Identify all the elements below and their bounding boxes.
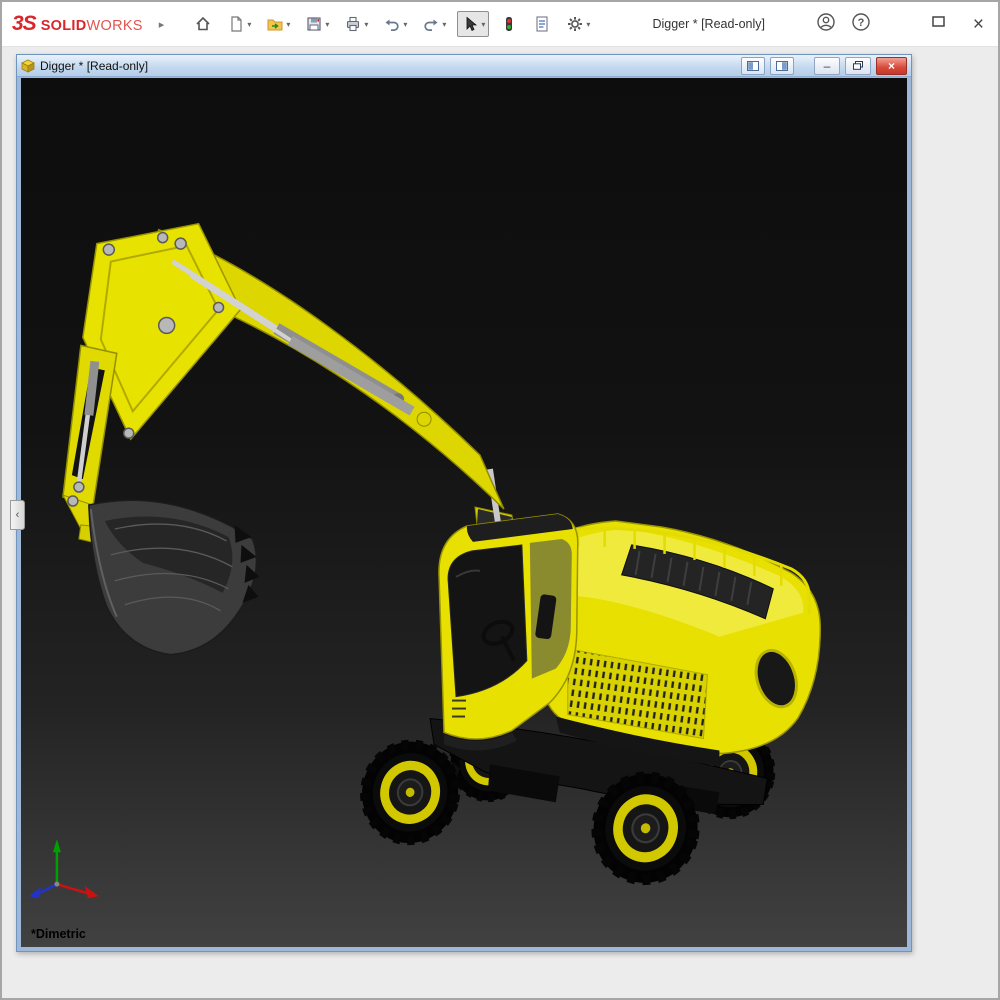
help-button[interactable]: ? [851, 12, 871, 37]
toolbar-expander-icon[interactable]: ▸ [159, 18, 165, 31]
chevron-down-icon[interactable]: ▾ [586, 20, 590, 29]
digger-body[interactable] [538, 521, 821, 766]
chevron-down-icon[interactable]: ▾ [481, 20, 485, 29]
chevron-down-icon[interactable]: ▾ [442, 20, 446, 29]
pane-right-icon [776, 61, 788, 71]
gear-icon [566, 15, 584, 33]
restore-icon [853, 61, 863, 70]
document-title: Digger * [Read-only] [40, 59, 148, 73]
feature-pane-toggle-button[interactable] [741, 57, 765, 75]
solidworks-window: 3S SOLIDWORKS ▸ ▾ ▾ ▾ ▾ [0, 0, 1000, 1000]
print-icon [344, 15, 362, 33]
new-document-button[interactable]: ▾ [223, 11, 255, 37]
brand-solid: SOLID [41, 18, 87, 34]
triad-x-arrow [85, 886, 99, 898]
document-titlebar[interactable]: Digger * [Read-only] – × [17, 55, 911, 77]
redo-icon [422, 15, 440, 33]
quick-access-toolbar: ▾ ▾ ▾ ▾ ▾ ▾ ▾ [190, 11, 594, 37]
window-title: Digger * [Read-only] [652, 17, 765, 31]
options-button[interactable]: ▾ [562, 11, 594, 37]
chevron-down-icon[interactable]: ▾ [325, 20, 329, 29]
select-cursor-icon [461, 15, 479, 33]
rebuild-button[interactable] [496, 11, 522, 37]
document-close-button[interactable]: × [876, 57, 907, 75]
help-icon: ? [851, 12, 871, 32]
window-system-buttons: × [930, 13, 988, 35]
home-button[interactable] [190, 11, 216, 37]
account-icon [816, 12, 836, 32]
chevron-down-icon[interactable]: ▾ [286, 20, 290, 29]
undo-button[interactable]: ▾ [379, 11, 411, 37]
chevron-down-icon[interactable]: ▾ [247, 20, 251, 29]
maximize-button[interactable] [930, 13, 947, 35]
featuremanager-collapsed-tab[interactable]: ‹ [10, 500, 25, 530]
account-button[interactable] [816, 12, 836, 37]
home-icon [194, 15, 212, 33]
chevron-down-icon[interactable]: ▾ [403, 20, 407, 29]
print-button[interactable]: ▾ [340, 11, 372, 37]
brand-works: WORKS [87, 18, 143, 34]
solidworks-logo: 3S SOLIDWORKS [12, 12, 143, 36]
open-folder-icon [266, 15, 284, 33]
select-button[interactable]: ▾ [457, 11, 489, 37]
triad-z-arrow [29, 887, 41, 898]
document-window-buttons: – × [741, 57, 907, 75]
redo-button[interactable]: ▾ [418, 11, 450, 37]
close-button[interactable]: × [973, 15, 984, 34]
svg-text:?: ? [858, 16, 865, 28]
document-minimize-button[interactable]: – [814, 57, 840, 75]
digger-bucket[interactable] [89, 500, 260, 654]
main-titlebar: 3S SOLIDWORKS ▸ ▾ ▾ ▾ ▾ [2, 2, 998, 47]
open-button[interactable]: ▾ [262, 11, 294, 37]
brand-mark: 3S [12, 12, 36, 36]
orientation-label: *Dimetric [31, 927, 86, 941]
save-icon [305, 15, 323, 33]
rebuild-traffic-light-icon [500, 15, 518, 33]
document-window: Digger * [Read-only] – × [16, 54, 912, 952]
file-properties-button[interactable] [529, 11, 555, 37]
pane-left-icon [747, 61, 759, 71]
graphics-viewport[interactable]: *Dimetric [21, 78, 907, 947]
document-restore-button[interactable] [845, 57, 871, 75]
digger-model[interactable] [21, 78, 907, 947]
new-document-icon [227, 15, 245, 33]
save-button[interactable]: ▾ [301, 11, 333, 37]
orientation-triad[interactable] [29, 839, 99, 898]
triad-y-arrow [53, 839, 61, 852]
chevron-down-icon[interactable]: ▾ [364, 20, 368, 29]
part-document-icon [21, 59, 35, 73]
undo-icon [383, 15, 401, 33]
triad-z-axis [39, 884, 57, 893]
maximize-icon [930, 13, 947, 30]
display-pane-toggle-button[interactable] [770, 57, 794, 75]
triad-x-axis [57, 884, 87, 893]
titlebar-right: ? × [816, 12, 988, 37]
file-properties-icon [533, 15, 551, 33]
